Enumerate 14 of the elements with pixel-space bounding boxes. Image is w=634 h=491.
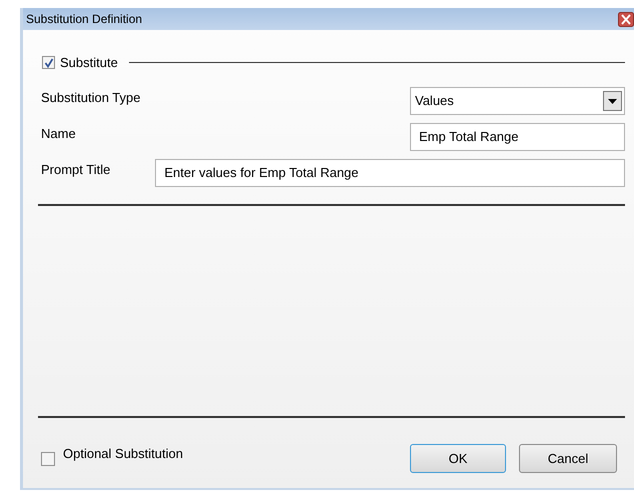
type-dropdown[interactable]: Values xyxy=(410,86,625,114)
checkbox-label: Substitute xyxy=(60,54,118,72)
field-label: Substitution Type xyxy=(41,88,140,107)
window-title: Substitution Definition xyxy=(26,11,142,28)
close-icon[interactable] xyxy=(618,12,634,26)
input-field[interactable]: Enter values for Emp Total Range xyxy=(155,158,625,186)
substitute-checkbox[interactable] xyxy=(42,56,55,70)
input-field[interactable]: Emp Total Range xyxy=(410,122,625,150)
dialog-button[interactable]: OK xyxy=(410,444,506,473)
optional-checkbox[interactable] xyxy=(41,452,55,466)
dialog-button[interactable]: Cancel xyxy=(519,444,617,473)
field-label: Name xyxy=(41,124,76,143)
checkbox-label: Optional Substitution xyxy=(63,444,183,463)
field-label: Prompt Title xyxy=(41,160,110,179)
